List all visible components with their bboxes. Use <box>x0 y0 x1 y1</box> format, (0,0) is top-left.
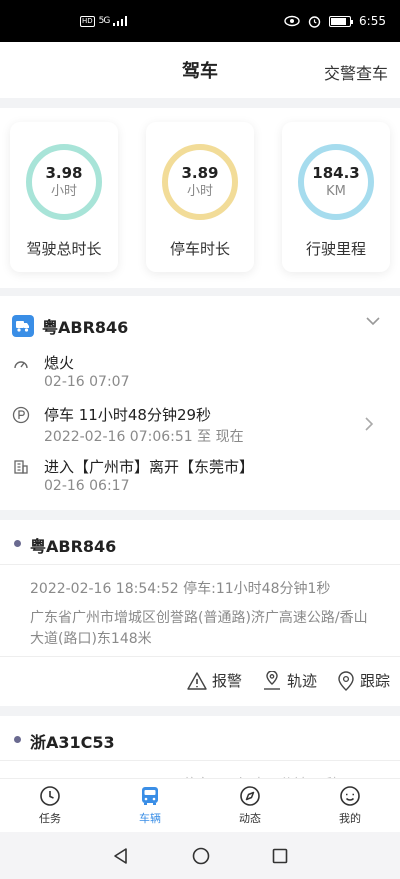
signal-bars-icon <box>113 16 128 26</box>
recents-icon[interactable] <box>272 848 288 864</box>
stat-value: 3.98 <box>45 164 83 182</box>
alarm-button[interactable]: 报警 <box>187 670 242 691</box>
event-parking[interactable]: 停车 11小时48分钟29秒 2022-02-16 07:06:51 至 现在 <box>12 404 388 450</box>
event-time: 02-16 06:17 <box>44 478 130 494</box>
stat-unit: KM <box>326 184 346 199</box>
status-bar: HD 5G 6:55 <box>0 0 400 42</box>
track-button[interactable]: 轨迹 <box>262 670 317 691</box>
top-header: 驾车 交警查车 <box>0 42 400 98</box>
chevron-right-icon[interactable] <box>364 416 374 432</box>
profile-icon <box>340 786 360 806</box>
action-label: 报警 <box>211 672 242 690</box>
location-card[interactable]: 浙A31C53 2022-02-16 18:53:15 停车:12小时05分钟3… <box>0 716 400 793</box>
stat-ring: 3.89 小时 <box>162 144 238 220</box>
system-nav-bar <box>0 832 400 879</box>
tab-label: 动态 <box>239 812 261 825</box>
location-info: 2022-02-16 18:54:52 停车:11小时48分钟1秒 <box>30 581 331 597</box>
location-plate: 浙A31C53 <box>30 733 115 752</box>
event-title: 停车 11小时48分钟29秒 <box>44 406 212 424</box>
divider <box>0 564 400 565</box>
stat-label: 行驶里程 <box>305 240 366 258</box>
event-title: 熄火 <box>44 354 75 372</box>
event-time: 02-16 07:07 <box>44 374 130 390</box>
location-actions: 报警 轨迹 跟踪 <box>187 670 390 691</box>
vehicle-detail-card: 粤ABR846 熄火 02-16 07:07 停车 11小时48分钟29秒 20… <box>0 296 400 510</box>
stat-ring: 184.3 KM <box>298 144 374 220</box>
event-title: 进入【广州市】离开【东莞市】 <box>44 458 255 476</box>
stat-unit: 小时 <box>50 184 77 199</box>
stat-card-mileage[interactable]: 184.3 KM 行驶里程 <box>282 122 390 272</box>
bullet-dot <box>14 540 21 547</box>
stat-ring: 3.98 小时 <box>26 144 102 220</box>
bullet-dot <box>14 736 21 743</box>
divider <box>0 760 400 761</box>
tab-label: 任务 <box>39 812 61 825</box>
compass-icon <box>240 786 260 806</box>
location-address: 广东省广州市增城区创誉路(普通路)济广高速公路/香山大道(路口)东148米 <box>30 610 368 647</box>
stat-card-driving-time[interactable]: 3.98 小时 驾驶总时长 <box>10 122 118 272</box>
stat-label: 驾驶总时长 <box>26 240 102 258</box>
tab-tasks[interactable]: 任务 <box>0 779 100 832</box>
battery-icon <box>329 15 354 27</box>
tab-mine[interactable]: 我的 <box>300 779 400 832</box>
follow-button[interactable]: 跟踪 <box>337 670 390 691</box>
page-title: 驾车 <box>182 61 218 82</box>
alarm-icon <box>308 15 321 28</box>
clock-icon <box>40 786 60 806</box>
parking-icon <box>12 406 30 424</box>
stat-label: 停车时长 <box>169 240 230 258</box>
tab-label: 车辆 <box>139 812 161 825</box>
traffic-police-check-button[interactable]: 交警查车 <box>324 60 388 84</box>
back-icon[interactable] <box>112 847 130 865</box>
status-right: 6:55 <box>284 14 386 28</box>
speedometer-icon <box>12 354 30 372</box>
chevron-down-icon[interactable] <box>366 316 380 326</box>
eye-icon <box>284 15 300 27</box>
stat-value: 3.89 <box>181 164 219 182</box>
stat-unit: 小时 <box>186 184 213 199</box>
truck-icon <box>12 315 34 337</box>
clock-time: 6:55 <box>359 14 386 28</box>
stat-card-parking-time[interactable]: 3.89 小时 停车时长 <box>146 122 254 272</box>
bottom-tab-bar: 任务 车辆 动态 我的 <box>0 778 400 832</box>
tab-vehicles[interactable]: 车辆 <box>100 779 200 832</box>
action-label: 跟踪 <box>359 672 390 690</box>
location-card[interactable]: 粤ABR846 2022-02-16 18:54:52 停车:11小时48分钟1… <box>0 520 400 706</box>
bus-icon <box>142 787 158 805</box>
location-plate: 粤ABR846 <box>30 537 117 556</box>
event-time: 2022-02-16 07:06:51 至 现在 <box>44 429 244 445</box>
vehicle-plate: 粤ABR846 <box>42 318 129 337</box>
home-icon[interactable] <box>192 847 210 865</box>
location-pin-icon <box>338 670 354 691</box>
hd-badge: HD <box>80 15 95 27</box>
signal-icon: 5G <box>98 16 111 26</box>
stats-section: 3.98 小时 驾驶总时长 3.89 小时 停车时长 184.3 KM 行驶里程 <box>0 108 400 288</box>
action-label: 轨迹 <box>286 672 317 690</box>
stat-value: 184.3 <box>312 164 360 182</box>
track-icon <box>263 670 280 690</box>
vehicle-header[interactable]: 粤ABR846 <box>12 314 128 338</box>
warning-icon <box>187 671 207 690</box>
tab-label: 我的 <box>339 812 361 825</box>
tab-dynamics[interactable]: 动态 <box>200 779 300 832</box>
building-icon <box>12 458 30 476</box>
divider <box>0 656 400 657</box>
status-left: HD 5G <box>80 15 128 27</box>
